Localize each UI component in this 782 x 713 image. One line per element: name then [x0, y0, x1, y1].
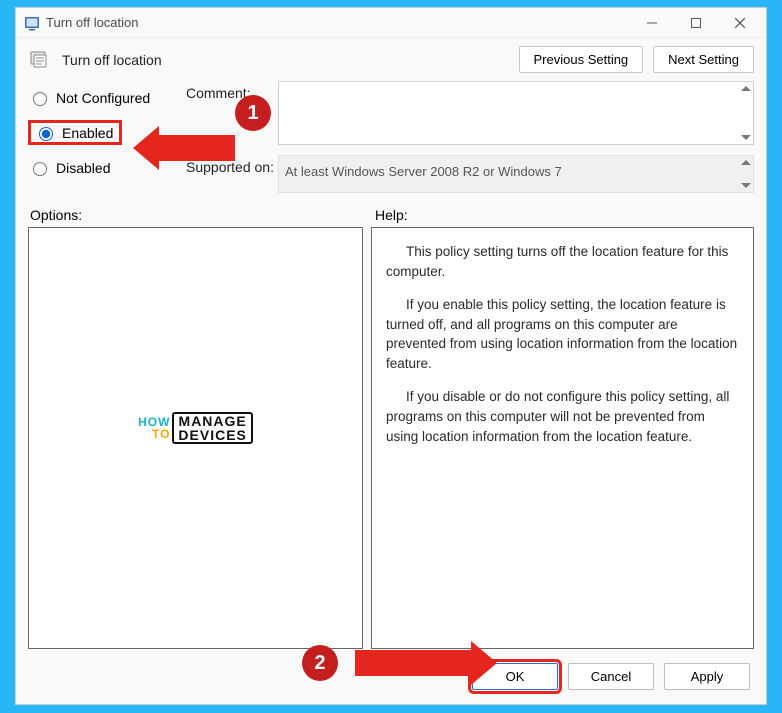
- radio-enabled[interactable]: Enabled: [34, 124, 113, 141]
- close-button[interactable]: [718, 9, 762, 37]
- help-paragraph-2: If you enable this policy setting, the l…: [386, 295, 739, 373]
- minimize-button[interactable]: [630, 9, 674, 37]
- radio-disabled-label: Disabled: [56, 160, 110, 176]
- radio-disabled[interactable]: Disabled: [28, 159, 178, 176]
- page-title: Turn off location: [62, 52, 162, 68]
- radio-not-configured-label: Not Configured: [56, 90, 150, 106]
- titlebar-title: Turn off location: [46, 15, 139, 30]
- options-label: Options:: [30, 207, 375, 223]
- watermark-line2: DEVICES: [178, 428, 246, 442]
- scroll-up-icon[interactable]: [741, 86, 751, 91]
- comment-input[interactable]: [278, 81, 754, 145]
- supported-label: Supported on:: [186, 155, 278, 175]
- help-paragraph-1: This policy setting turns off the locati…: [386, 242, 739, 281]
- help-paragraph-3: If you disable or do not configure this …: [386, 387, 739, 446]
- help-label: Help:: [375, 207, 752, 223]
- supported-on-text: At least Windows Server 2008 R2 or Windo…: [285, 164, 562, 179]
- help-panel: This policy setting turns off the locati…: [371, 227, 754, 649]
- radio-enabled-label: Enabled: [62, 125, 113, 141]
- dialog-window: Turn off location Turn off location Prev…: [15, 7, 767, 705]
- supported-on-box: At least Windows Server 2008 R2 or Windo…: [278, 155, 754, 193]
- policy-icon: [24, 15, 40, 31]
- scroll-up-icon[interactable]: [741, 160, 751, 165]
- options-panel: HOW TO MANAGE DEVICES: [28, 227, 363, 649]
- dialog-button-row: OK Cancel Apply: [16, 649, 766, 704]
- maximize-button[interactable]: [674, 9, 718, 37]
- previous-setting-button[interactable]: Previous Setting: [519, 46, 644, 73]
- scroll-down-icon[interactable]: [741, 135, 751, 140]
- apply-button[interactable]: Apply: [664, 663, 750, 690]
- watermark-to: TO: [138, 428, 170, 440]
- radio-disabled-input[interactable]: [33, 162, 47, 176]
- radio-enabled-input[interactable]: [39, 127, 53, 141]
- state-panel: Not Configured Enabled Disabled Comment:…: [16, 77, 766, 201]
- radio-not-configured[interactable]: Not Configured: [28, 89, 178, 106]
- scroll-down-icon[interactable]: [741, 183, 751, 188]
- watermark-line1: MANAGE: [178, 414, 246, 428]
- next-setting-button[interactable]: Next Setting: [653, 46, 754, 73]
- header-row: Turn off location Previous Setting Next …: [16, 38, 766, 77]
- titlebar: Turn off location: [16, 8, 766, 38]
- ok-button[interactable]: OK: [472, 663, 558, 690]
- comment-label: Comment:: [186, 81, 278, 101]
- radio-not-configured-input[interactable]: [33, 92, 47, 106]
- policy-header-icon: [28, 48, 52, 72]
- watermark-logo: HOW TO MANAGE DEVICES: [138, 412, 253, 444]
- cancel-button[interactable]: Cancel: [568, 663, 654, 690]
